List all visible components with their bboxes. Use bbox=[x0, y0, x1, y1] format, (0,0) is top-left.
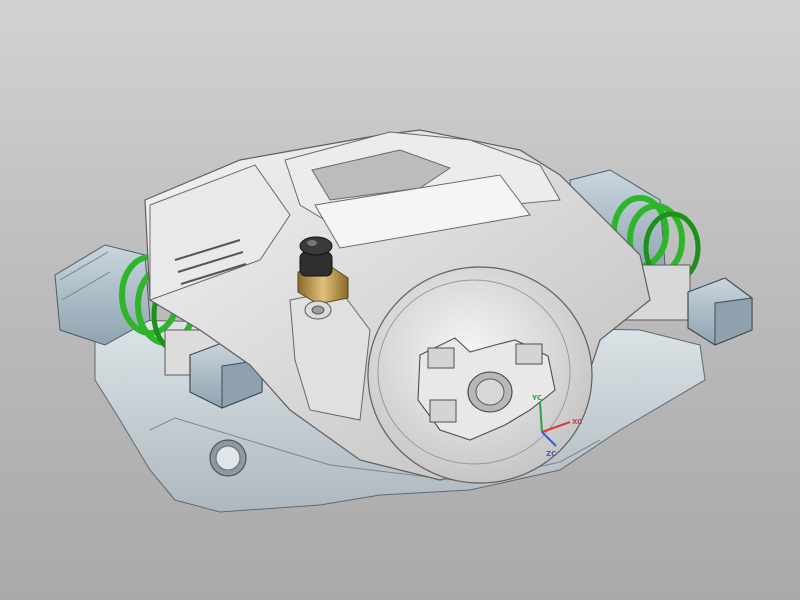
cad-graphics-viewport[interactable]: XC YC ZC bbox=[0, 0, 800, 600]
triad-x-label: XC bbox=[572, 418, 582, 426]
model-canvas[interactable]: XC YC ZC bbox=[0, 0, 800, 600]
triad-y-label: YC bbox=[531, 394, 542, 402]
triad-z-label: ZC bbox=[546, 450, 556, 458]
